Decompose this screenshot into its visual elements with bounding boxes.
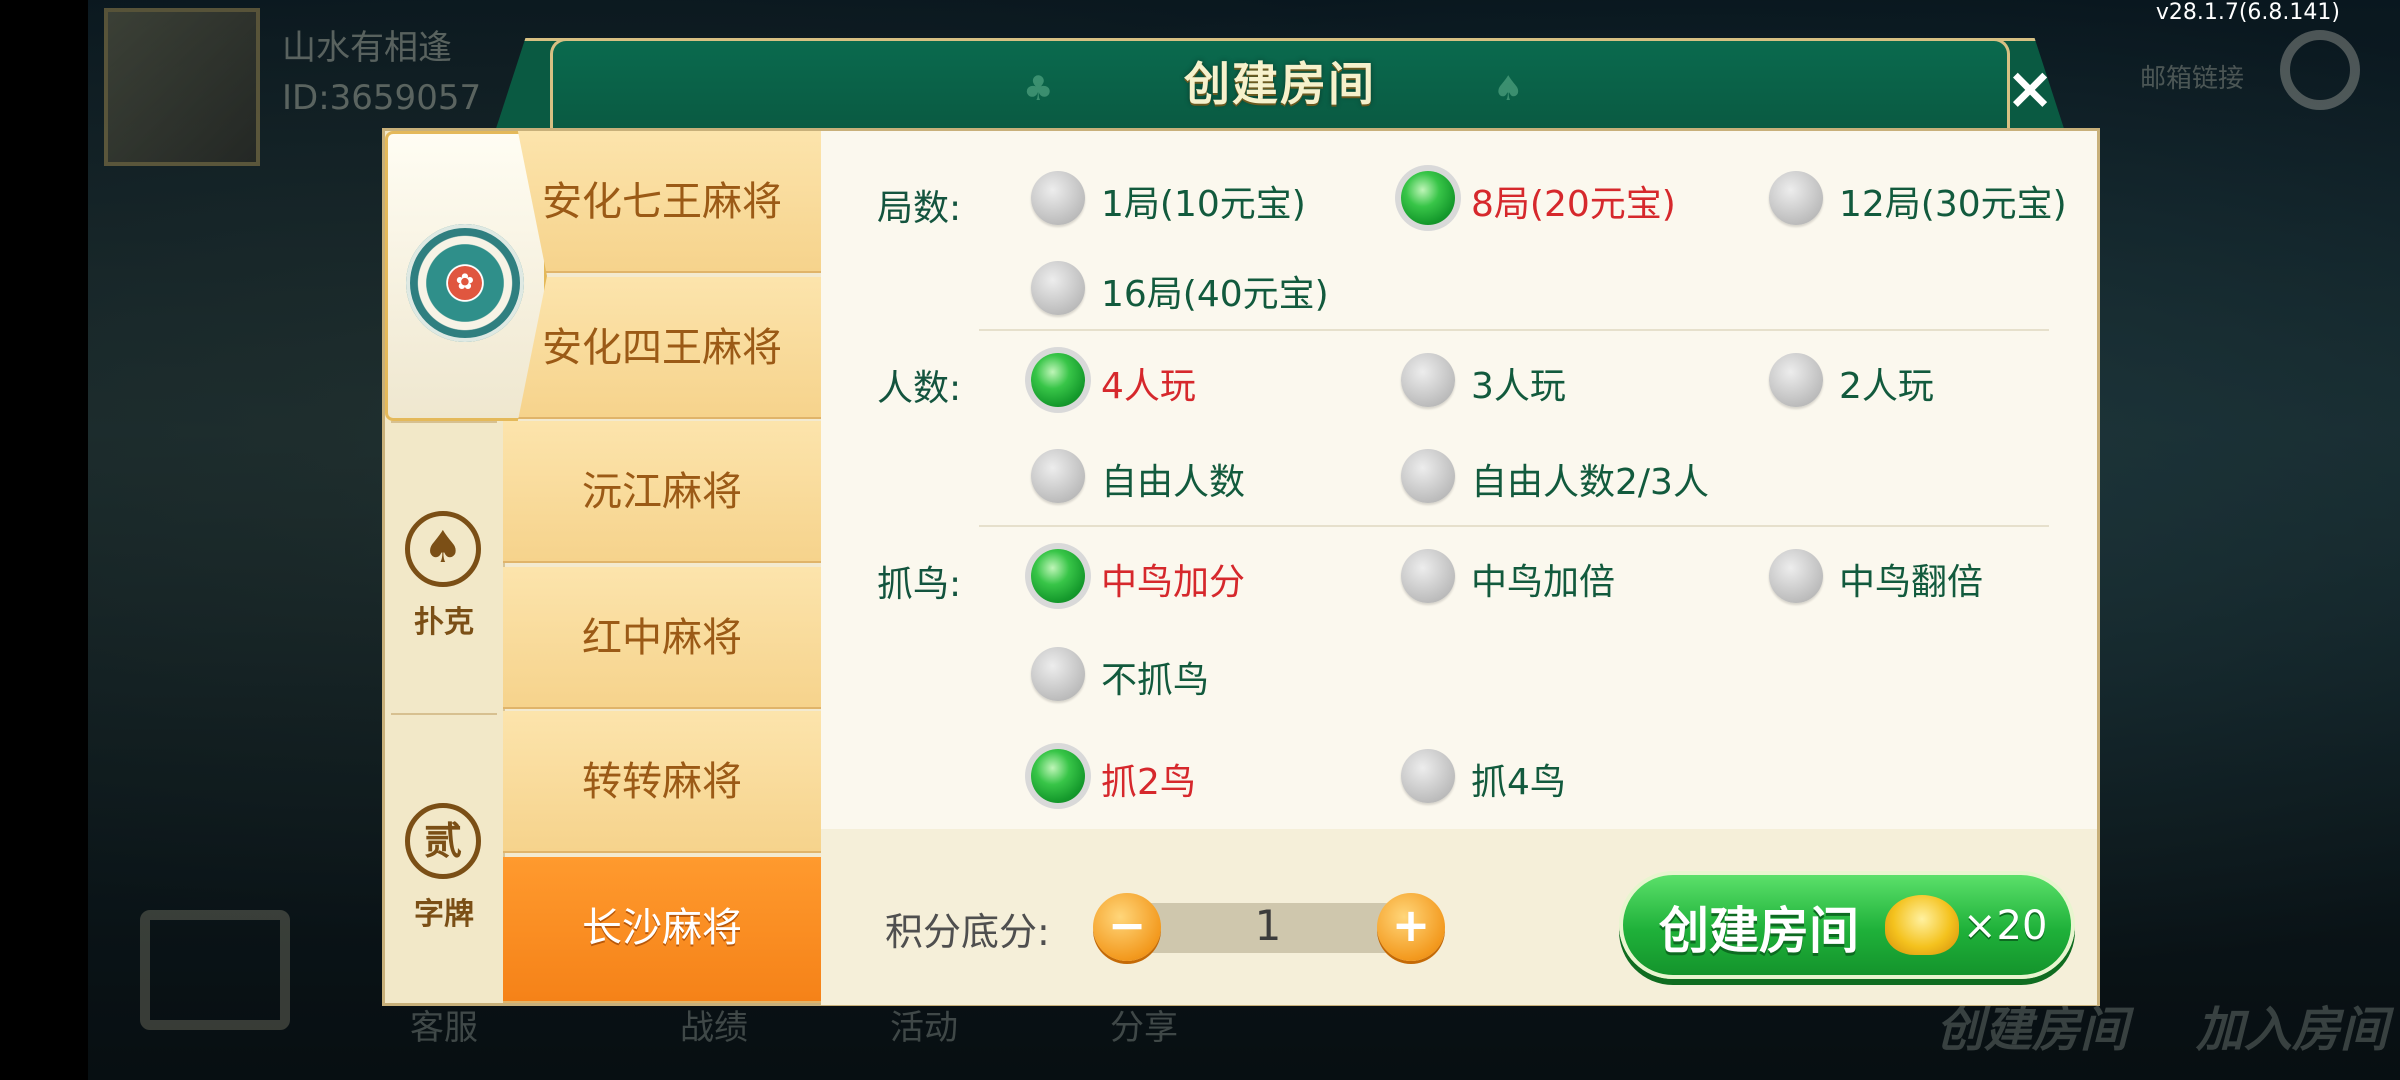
create-room-cost: ×20 [1963,903,2048,949]
radio-button [1031,261,1085,315]
bottom-tab-record: 战绩 [680,1008,748,1048]
players-option-text: 2人玩 [1839,366,1934,407]
category-divider [391,421,497,423]
radio-button [1031,647,1085,701]
bird-option-text: 中鸟翻倍 [1839,562,1984,603]
settings-gear-icon [2280,30,2360,110]
create-room-button-label: 创建房间 [1659,902,1859,960]
radio-button-selected [1031,749,1085,803]
category-divider [391,713,497,715]
bg-join-room-button: 加入房间 [2196,1002,2389,1058]
bird-count-text: 抓4鸟 [1471,762,1566,803]
version-label: v28.1.7(6.8.141) [2155,0,2340,25]
game-item-hongzhong[interactable]: 红中麻将 [503,567,821,709]
bird-option-text: 中鸟加倍 [1471,562,1616,603]
radio-button [1031,449,1085,503]
create-room-button[interactable]: 创建房间 ×20 [1619,871,2075,979]
bird-label: 抓鸟: [877,564,962,605]
bottom-tab-service: 客服 [410,1008,478,1048]
player-avatar [104,8,260,166]
radio-button [1401,549,1455,603]
dialog-header: ♣ ♠ 创建房间 [550,38,2010,130]
flower-icon: ✿ [448,266,482,300]
options-area: 局数: 1局(10元宝) 8局(20元宝) 12局(30元宝) 16局(40元宝… [821,131,2097,1005]
category-poker-label: 扑克 [414,605,474,640]
game-item-zhuanzhuan[interactable]: 转转麻将 [503,711,821,853]
category-zipai-label: 字牌 [414,897,474,932]
players-option-text: 自由人数2/3人 [1471,462,1709,503]
rounds-option-text: 12局(30元宝) [1839,184,2067,225]
shop-cart-icon [140,910,290,1030]
game-item-changsha[interactable]: 长沙麻将 [503,857,821,1003]
radio-button-selected [1031,549,1085,603]
category-mahjong[interactable]: ✿ [385,131,547,421]
radio-button-selected [1031,353,1085,407]
bird-count-text: 抓2鸟 [1101,762,1196,803]
section-divider [979,525,2049,527]
base-score-value: 1 [1254,901,1282,950]
rounds-option-text: 8局(20元宝) [1471,184,1676,225]
mahjong-emblem-icon: ✿ [406,224,524,342]
game-item-anhua-siwang[interactable]: 安化四王麻将 [503,277,821,419]
radio-button [1769,549,1823,603]
game-list: 安化七王麻将 安化四王麻将 沅江麻将 红中麻将 转转麻将 长沙麻将 [503,131,821,1003]
bottom-tab-activity: 活动 [890,1008,958,1048]
game-item-anhua-qiwang[interactable]: 安化七王麻将 [503,131,821,273]
radio-button [1401,449,1455,503]
zipai-icon: 贰 [405,803,481,879]
section-divider [979,329,2049,331]
players-option-text: 4人玩 [1101,366,1196,407]
bottom-tab-share: 分享 [1110,1008,1178,1048]
player-id: ID:3659057 [282,78,482,118]
bird-option-text: 不抓鸟 [1101,660,1210,701]
radio-button [1401,353,1455,407]
create-room-panel: ♠ 扑克 贰 字牌 安化七王麻将 安化四王麻将 沅江麻将 红中麻将 转转麻将 长… [382,128,2100,1006]
gold-ingot-icon [1885,895,1959,955]
base-score-plus-button[interactable]: + [1377,893,1445,961]
base-score-minus-button[interactable]: − [1093,893,1161,961]
player-name: 山水有相逢 [282,28,452,68]
game-item-yuanjiang[interactable]: 沅江麻将 [503,421,821,563]
radio-button-selected [1401,171,1455,225]
rounds-option-text: 16局(40元宝) [1101,274,1329,315]
base-score-label: 积分底分: [885,910,1050,954]
bird-option-text: 中鸟加分 [1101,562,1246,603]
rounds-label: 局数: [877,188,962,229]
radio-button [1769,171,1823,225]
players-option-text: 自由人数 [1101,462,1246,503]
category-poker[interactable]: ♠ 扑克 [385,511,503,640]
spade-icon: ♠ [405,511,481,587]
dialog-title: 创建房间 [1184,57,1376,111]
radio-button [1769,353,1823,407]
category-zipai[interactable]: 贰 字牌 [385,803,503,932]
rounds-option-text: 1局(10元宝) [1101,184,1306,225]
mail-link-label: 邮箱链接 [2140,64,2245,94]
players-label: 人数: [877,368,962,409]
radio-button [1401,749,1455,803]
players-option-text: 3人玩 [1471,366,1566,407]
close-button[interactable]: × [1998,58,2062,122]
radio-button [1031,171,1085,225]
